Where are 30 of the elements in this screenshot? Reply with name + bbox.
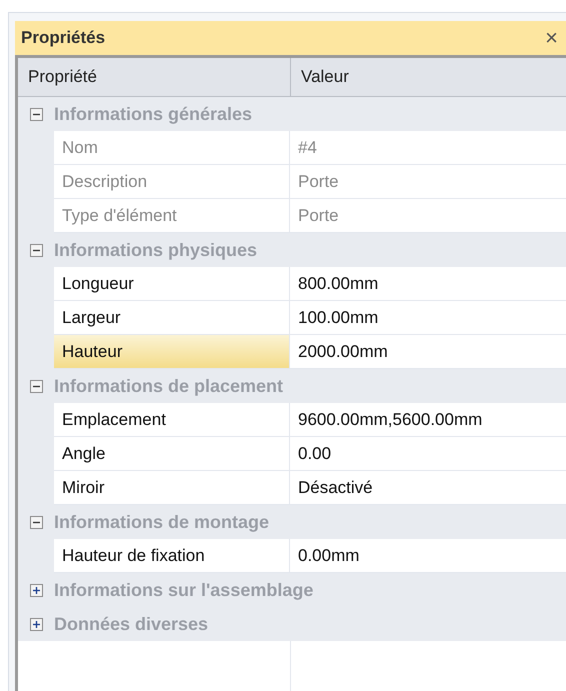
property-name[interactable]: Emplacement [54,403,290,437]
property-name[interactable]: Hauteur de fixation [54,539,290,573]
collapse-icon[interactable] [30,244,42,256]
column-header[interactable]: Valeur [291,58,566,96]
category-label: Informations générales [54,102,252,126]
property-name[interactable]: Miroir [54,471,290,505]
property-name[interactable]: Hauteur [54,335,290,369]
property-value[interactable]: 9600.00mm,5600.00mm [290,403,566,437]
expand-icon[interactable] [30,618,42,630]
property-value[interactable]: 800.00mm [290,267,566,301]
category-label: Informations de placement [54,374,284,398]
collapse-icon[interactable] [30,108,42,120]
column-header[interactable]: Propriété [18,58,291,96]
category-label: Données diverses [54,612,208,636]
property-name[interactable]: Largeur [54,301,290,335]
category-label: Informations sur l'assemblage [54,578,314,602]
property-value[interactable]: 2000.00mm [290,335,566,369]
close-button[interactable]: × [543,27,560,49]
panel-title: Propriétés [21,27,106,50]
property-value[interactable]: 0.00mm [290,539,566,573]
category-label: Informations physiques [54,238,258,262]
property-name[interactable]: Angle [54,437,290,471]
category-label: Informations de montage [54,510,270,534]
expand-icon[interactable] [30,584,42,596]
property-value[interactable]: Désactivé [290,471,566,505]
property-name[interactable]: Longueur [54,267,290,301]
property-value[interactable]: 0.00 [290,437,566,471]
property-value[interactable]: 100.00mm [290,301,566,335]
collapse-icon[interactable] [30,380,42,392]
collapse-icon[interactable] [30,516,42,528]
